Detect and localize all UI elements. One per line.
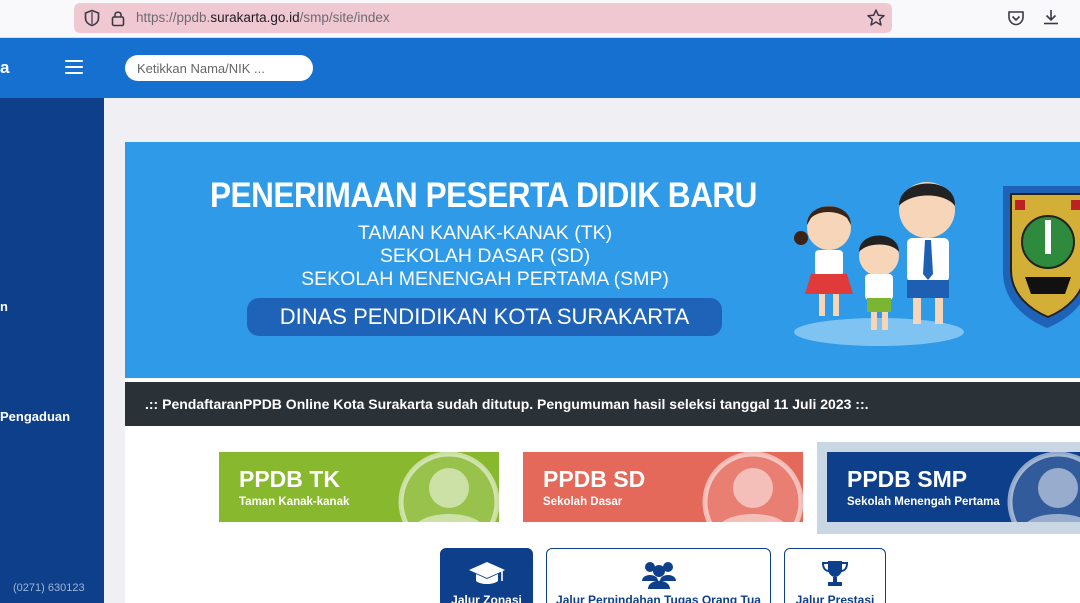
tile-subtitle: Taman Kanak-kanak bbox=[239, 496, 350, 508]
shield-icon[interactable] bbox=[83, 9, 101, 27]
app-header: a bbox=[0, 38, 1080, 98]
download-icon[interactable] bbox=[1041, 7, 1061, 27]
graduation-cap-icon bbox=[468, 562, 505, 584]
jalur-label: Jalur Zonasi bbox=[451, 593, 522, 603]
group-icon bbox=[641, 562, 676, 589]
hero-banner: PENERIMAAN PESERTA DIDIK BARU TAMAN KANA… bbox=[125, 142, 1080, 378]
brand-name[interactable]: a bbox=[0, 58, 9, 78]
surakarta-emblem-icon bbox=[1003, 186, 1080, 328]
user-avatar-icon bbox=[702, 452, 803, 522]
address-bar[interactable]: https://ppdb.surakarta.go.id/smp/site/in… bbox=[74, 3, 892, 33]
main-content: PENERIMAAN PESERTA DIDIK BARU TAMAN KANA… bbox=[104, 98, 1080, 603]
jalur-perpindahan-button[interactable]: Jalur Perpindahan Tugas Orang Tua bbox=[546, 548, 771, 603]
user-avatar-icon bbox=[398, 452, 499, 522]
url-text[interactable]: https://ppdb.surakarta.go.id/smp/site/in… bbox=[136, 10, 390, 25]
ppdb-sd-tile[interactable]: PPDB SD Sekolah Dasar bbox=[523, 452, 803, 522]
bookmark-star-icon[interactable] bbox=[866, 8, 886, 28]
jalur-zonasi-button[interactable]: Jalur Zonasi bbox=[440, 548, 533, 603]
sidebar-item-pengaduan[interactable]: Pengaduan bbox=[0, 409, 70, 424]
ppdb-tk-tile[interactable]: PPDB TK Taman Kanak-kanak bbox=[219, 452, 499, 522]
jalur-label: Jalur Perpindahan Tugas Orang Tua bbox=[556, 593, 761, 603]
trophy-icon bbox=[821, 561, 849, 586]
user-avatar-icon bbox=[1007, 452, 1080, 522]
sidebar-item-1[interactable]: n bbox=[0, 299, 8, 314]
announcement-ticker: .:: PendaftaranPPDB Online Kota Surakart… bbox=[125, 382, 1080, 426]
lock-icon[interactable] bbox=[110, 9, 126, 27]
banner-line-smp: SEKOLAH MENENGAH PERTAMA (SMP) bbox=[301, 268, 669, 290]
sidebar: n Pengaduan (0271) 630123 bbox=[0, 98, 104, 603]
tile-title: PPDB SD bbox=[543, 466, 646, 492]
tile-subtitle: Sekolah Dasar bbox=[543, 496, 623, 508]
banner-line-tk: TAMAN KANAK-KANAK (TK) bbox=[357, 222, 613, 244]
content-card: PENERIMAAN PESERTA DIDIK BARU TAMAN KANA… bbox=[125, 142, 1080, 603]
students-illustration bbox=[794, 182, 964, 346]
search-input[interactable] bbox=[125, 55, 313, 81]
banner-line-sd: SEKOLAH DASAR (SD) bbox=[379, 245, 591, 267]
browser-toolbar: https://ppdb.surakarta.go.id/smp/site/in… bbox=[0, 0, 1080, 38]
jalur-prestasi-button[interactable]: Jalur Prestasi bbox=[784, 548, 886, 603]
tile-title: PPDB SMP bbox=[847, 466, 968, 492]
pocket-icon[interactable] bbox=[1006, 8, 1026, 28]
banner-agency: DINAS PENDIDIKAN KOTA SURAKARTA bbox=[247, 298, 722, 336]
menu-toggle-icon[interactable] bbox=[65, 60, 83, 74]
ppdb-smp-tile[interactable]: PPDB SMP Sekolah Menengah Pertama bbox=[827, 452, 1080, 522]
contact-phone: (0271) 630123 bbox=[13, 582, 85, 594]
banner-title: PENERIMAAN PESERTA DIDIK BARU bbox=[210, 176, 757, 215]
jalur-label: Jalur Prestasi bbox=[795, 593, 875, 603]
tile-subtitle: Sekolah Menengah Pertama bbox=[847, 496, 1000, 508]
tile-title: PPDB TK bbox=[239, 466, 340, 492]
